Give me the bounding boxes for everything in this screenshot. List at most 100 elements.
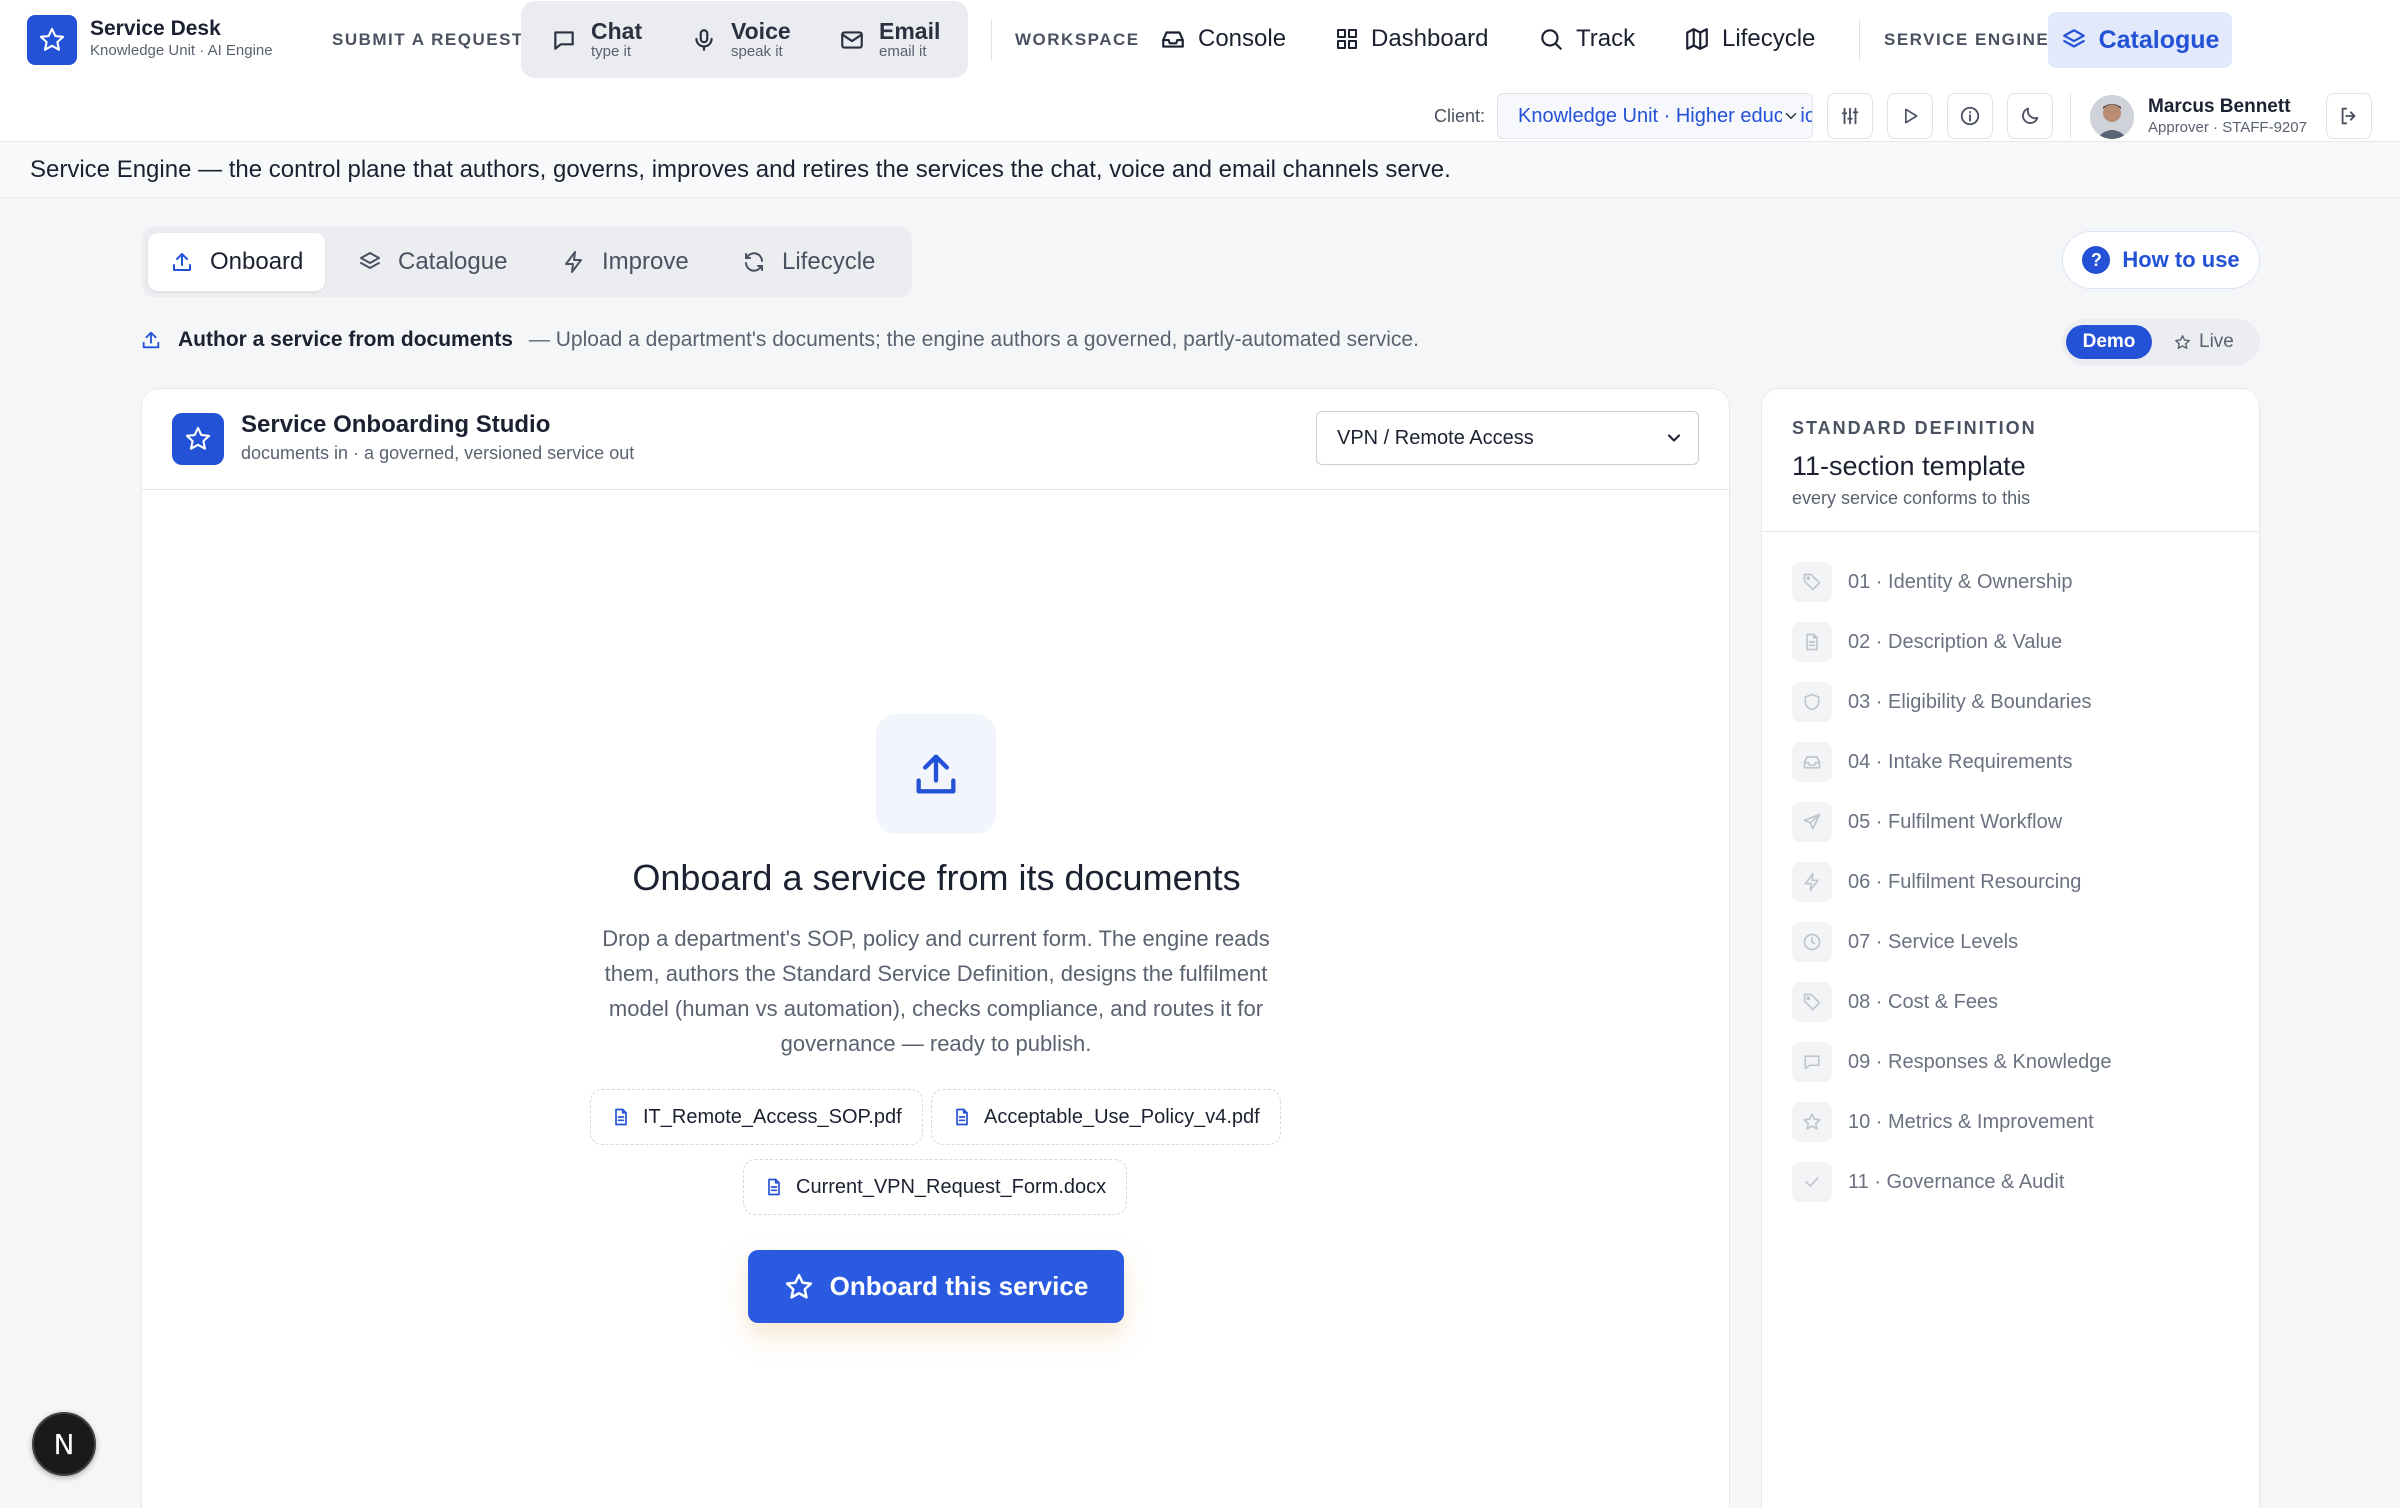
upload-dropzone-icon[interactable] — [876, 714, 996, 834]
inbox-icon — [1160, 26, 1186, 52]
file-icon — [952, 1106, 972, 1128]
channel-email-label: Email — [879, 18, 941, 44]
logout-button[interactable] — [2326, 93, 2372, 139]
document-chip[interactable]: IT_Remote_Access_SOP.pdf — [590, 1089, 923, 1145]
document-name: Acceptable_Use_Policy_v4.pdf — [984, 1105, 1260, 1128]
section-label: 06 · Fulfilment Resourcing — [1848, 870, 2082, 893]
logout-icon — [2338, 105, 2360, 127]
section-item[interactable]: 08 · Cost & Fees — [1792, 982, 1998, 1022]
nav-catalogue[interactable]: Catalogue — [2048, 12, 2232, 68]
subheading-title: Author a service from documents — [178, 328, 513, 351]
channel-voice[interactable]: Voice speak it — [691, 15, 791, 65]
client-select-value: Knowledge Unit · Higher education — [1518, 104, 1813, 127]
brand-subtitle: Knowledge Unit · AI Engine — [90, 42, 273, 59]
section-item[interactable]: 06 · Fulfilment Resourcing — [1792, 862, 2081, 902]
tab-lifecycle-label: Lifecycle — [782, 248, 876, 275]
section-item[interactable]: 09 · Responses & Knowledge — [1792, 1042, 2112, 1082]
refresh-icon — [742, 250, 766, 274]
chat-icon — [1792, 1042, 1832, 1082]
shield-icon — [1792, 682, 1832, 722]
nav-dashboard-label: Dashboard — [1371, 25, 1489, 52]
client-select[interactable]: Knowledge Unit · Higher education — [1497, 93, 1813, 139]
section-label: 05 · Fulfilment Workflow — [1848, 810, 2063, 833]
section-item[interactable]: 02 · Description & Value — [1792, 622, 2062, 662]
mode-live-button[interactable]: Live — [2174, 325, 2234, 359]
how-to-use-button[interactable]: ? How to use — [2062, 231, 2260, 289]
banner-text: Service Engine — the control plane that … — [30, 156, 1451, 183]
clock-icon — [1792, 922, 1832, 962]
section-label: 08 · Cost & Fees — [1848, 990, 1999, 1013]
nav-dashboard[interactable]: Dashboard — [1335, 22, 1488, 56]
file-icon — [764, 1176, 784, 1198]
section-item[interactable]: 10 · Metrics & Improvement — [1792, 1102, 2094, 1142]
section-subheading: Author a service from documents — Upload… — [140, 328, 1419, 352]
dev-tools-badge[interactable]: N — [32, 1412, 96, 1476]
upload-icon — [140, 329, 162, 351]
tab-onboard[interactable]: Onboard — [148, 233, 326, 291]
service-select-value: VPN / Remote Access — [1337, 426, 1534, 449]
mode-live-label: Live — [2199, 331, 2234, 352]
onboarding-studio-card: Service Onboarding Studio documents in ·… — [141, 388, 1730, 1508]
channel-voice-label: Voice — [731, 18, 791, 44]
channel-chat[interactable]: Chat type it — [551, 15, 642, 65]
play-button[interactable] — [1887, 93, 1933, 139]
document-chip[interactable]: Current_VPN_Request_Form.docx — [743, 1159, 1128, 1215]
hero-title: Onboard a service from its documents — [632, 857, 1241, 898]
section-item[interactable]: 05 · Fulfilment Workflow — [1792, 802, 2062, 842]
tab-improve[interactable]: Improve — [540, 233, 711, 291]
channel-voice-sub: speak it — [731, 43, 783, 60]
channel-email[interactable]: Email email it — [839, 15, 940, 65]
standard-header: STANDARD DEFINITION 11-section template … — [1762, 389, 2259, 532]
section-label: 11 · Governance & Audit — [1848, 1170, 2065, 1193]
map-icon — [1684, 26, 1710, 52]
client-label: Client: — [1434, 106, 1486, 126]
section-label: 02 · Description & Value — [1848, 630, 2063, 653]
upload-icon — [910, 748, 962, 800]
brand-logo-star-icon[interactable] — [27, 15, 77, 65]
tab-catalogue[interactable]: Catalogue — [336, 233, 529, 291]
section-item[interactable]: 01 · Identity & Ownership — [1792, 562, 2073, 602]
nav-lifecycle[interactable]: Lifecycle — [1684, 22, 1815, 56]
section-item[interactable]: 11 · Governance & Audit — [1792, 1162, 2064, 1202]
nav-track[interactable]: Track — [1538, 22, 1635, 56]
info-button[interactable] — [1947, 93, 1993, 139]
star-icon — [784, 1272, 814, 1302]
tab-lifecycle[interactable]: Lifecycle — [720, 233, 897, 291]
section-item[interactable]: 03 · Eligibility & Boundaries — [1792, 682, 2091, 722]
standard-title: 11-section template — [1792, 451, 2026, 481]
avatar[interactable] — [2090, 95, 2134, 139]
document-chip[interactable]: Acceptable_Use_Policy_v4.pdf — [931, 1089, 1281, 1145]
section-item[interactable]: 04 · Intake Requirements — [1792, 742, 2073, 782]
section-label: 10 · Metrics & Improvement — [1848, 1110, 2094, 1133]
tab-improve-label: Improve — [602, 248, 689, 275]
dark-mode-button[interactable] — [2007, 93, 2053, 139]
mode-toggle: Demo Live — [2062, 319, 2260, 365]
moon-icon — [2019, 105, 2041, 127]
tag-icon — [1792, 562, 1832, 602]
standard-subtitle: every service conforms to this — [1792, 488, 2031, 508]
divider — [2070, 94, 2071, 138]
file-icon — [611, 1106, 631, 1128]
subheading-desc: — Upload a department's documents; the e… — [528, 328, 1419, 351]
top-bar: Service Desk Knowledge Unit · AI Engine … — [0, 0, 2400, 142]
tag-icon — [1792, 982, 1832, 1022]
how-to-use-label: How to use — [2122, 247, 2240, 272]
play-icon — [1900, 106, 1920, 126]
section-label: 01 · Identity & Ownership — [1848, 570, 2073, 593]
nav-console-label: Console — [1198, 25, 1287, 52]
settings-sliders-button[interactable] — [1827, 93, 1873, 139]
nav-track-label: Track — [1576, 25, 1636, 52]
section-item[interactable]: 07 · Service Levels — [1792, 922, 2018, 962]
service-engine-label: SERVICE ENGINE — [1884, 30, 2050, 49]
nav-console[interactable]: Console — [1160, 22, 1286, 56]
star-icon — [1792, 1102, 1832, 1142]
service-select[interactable]: VPN / Remote Access — [1316, 411, 1699, 465]
user-name: Marcus Bennett — [2148, 96, 2291, 117]
sliders-icon — [1839, 105, 1861, 127]
send-icon — [1792, 802, 1832, 842]
onboard-service-button[interactable]: Onboard this service — [748, 1250, 1124, 1323]
tab-onboard-label: Onboard — [210, 248, 304, 275]
mode-demo-button[interactable]: Demo — [2066, 325, 2152, 359]
standard-eyebrow: STANDARD DEFINITION — [1792, 418, 2037, 438]
section-label: 03 · Eligibility & Boundaries — [1848, 690, 2092, 713]
